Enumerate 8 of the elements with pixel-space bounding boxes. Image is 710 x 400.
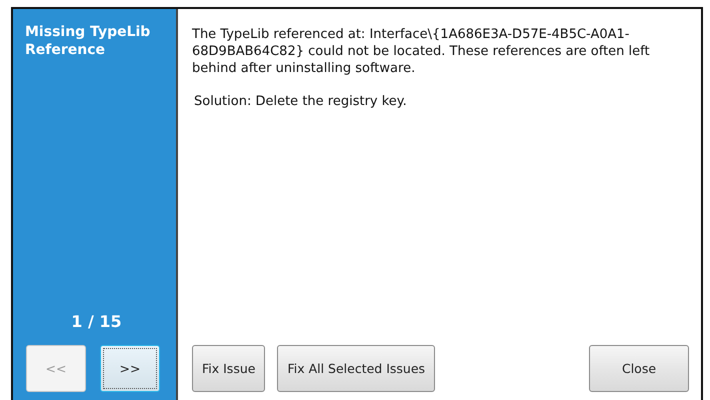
issue-counter: 1 / 15 bbox=[70, 312, 123, 331]
fix-all-button[interactable]: Fix All Selected Issues bbox=[277, 345, 436, 392]
issue-description: The TypeLib referenced at: Interface\{1A686E3A-D57E-4B5C-A0A1-68D9BAB64C82} could not be located. These references are often left behind after uninstalling software. bbox=[192, 26, 651, 77]
fix-issue-button[interactable]: Fix Issue bbox=[192, 345, 266, 392]
issue-title: Missing TypeLib Reference bbox=[25, 23, 152, 59]
close-button[interactable]: Close bbox=[589, 345, 689, 392]
next-button[interactable]: >> bbox=[100, 345, 160, 392]
solution-text: Solution: Delete the registry key. bbox=[194, 94, 408, 109]
